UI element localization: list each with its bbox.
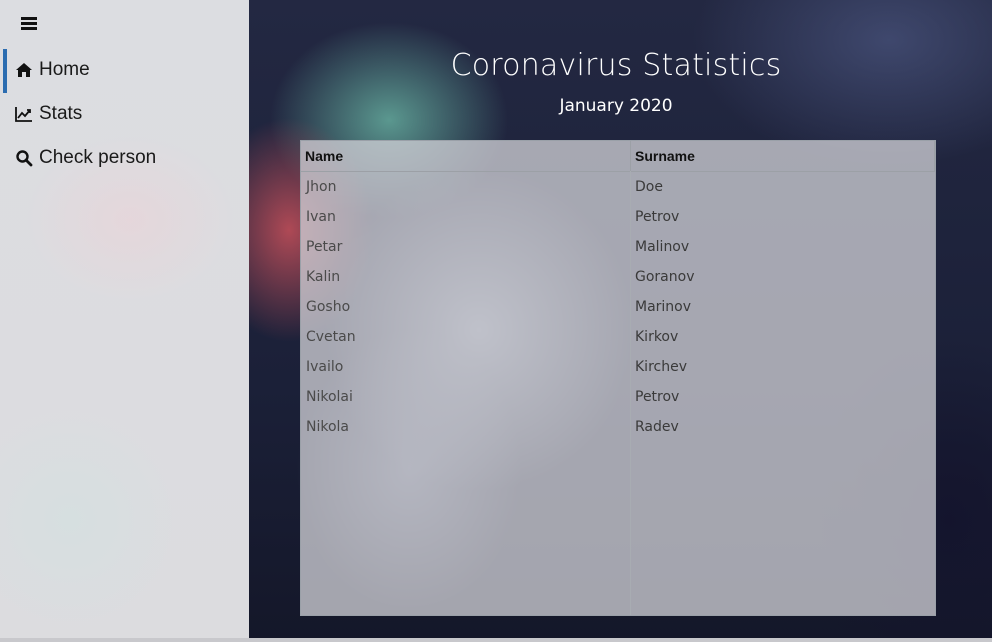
table-row[interactable]: Nikola Radev xyxy=(301,412,935,442)
cell-surname: Malinov xyxy=(635,239,690,255)
table-row[interactable]: Ivan Petrov xyxy=(301,202,935,232)
table-row[interactable]: Kalin Goranov xyxy=(301,262,935,292)
cell-surname: Goranov xyxy=(635,269,695,285)
column-header-surname[interactable]: Surname xyxy=(631,141,935,171)
cell-name: Nikolai xyxy=(306,389,353,405)
cell-name: Petar xyxy=(306,239,343,255)
home-icon xyxy=(15,61,33,79)
page-title: Coronavirus Statistics xyxy=(450,48,782,83)
app-window: Home Stats Check person Coronavirus Stat… xyxy=(0,0,992,642)
table-row[interactable]: Petar Malinov xyxy=(301,232,935,262)
sidebar-item-label: Check person xyxy=(39,147,157,168)
table-row[interactable]: Gosho Marinov xyxy=(301,292,935,322)
table-row[interactable]: Jhon Doe xyxy=(301,172,935,202)
line-chart-icon xyxy=(15,105,33,123)
cell-name: Jhon xyxy=(306,179,337,195)
column-divider xyxy=(630,171,631,615)
cell-name: Gosho xyxy=(306,299,351,315)
page-subtitle: January 2020 xyxy=(559,96,673,116)
cell-name: Ivan xyxy=(306,209,336,225)
sidebar-item-check-person[interactable]: Check person xyxy=(0,137,249,179)
cell-surname: Petrov xyxy=(635,209,680,225)
grid-header: Name Surname xyxy=(301,141,935,172)
cell-name: Kalin xyxy=(306,269,341,285)
cell-name: Cvetan xyxy=(306,329,356,345)
sidebar: Home Stats Check person xyxy=(0,0,249,642)
table-row[interactable]: Nikolai Petrov xyxy=(301,382,935,412)
sidebar-item-label: Stats xyxy=(39,103,83,124)
column-header-name[interactable]: Name xyxy=(301,141,631,171)
sidebar-item-stats[interactable]: Stats xyxy=(0,93,249,135)
cell-name: Ivailo xyxy=(306,359,344,375)
cell-surname: Kirkov xyxy=(635,329,679,345)
cell-surname: Radev xyxy=(635,419,679,435)
cell-surname: Kirchev xyxy=(635,359,687,375)
search-icon xyxy=(15,149,33,167)
cell-name: Nikola xyxy=(306,419,350,435)
data-grid[interactable]: Name Surname Jhon Doe Ivan Petrov Petar … xyxy=(300,140,936,616)
cell-surname: Doe xyxy=(635,179,663,195)
table-row[interactable]: Ivailo Kirchev xyxy=(301,352,935,382)
sidebar-item-home[interactable]: Home xyxy=(0,49,249,93)
sidebar-item-label: Home xyxy=(39,59,90,80)
cell-surname: Petrov xyxy=(635,389,680,405)
window-bottom-edge xyxy=(0,638,992,642)
cell-surname: Marinov xyxy=(635,299,692,315)
table-row[interactable]: Cvetan Kirkov xyxy=(301,322,935,352)
hamburger-icon[interactable] xyxy=(21,17,37,31)
